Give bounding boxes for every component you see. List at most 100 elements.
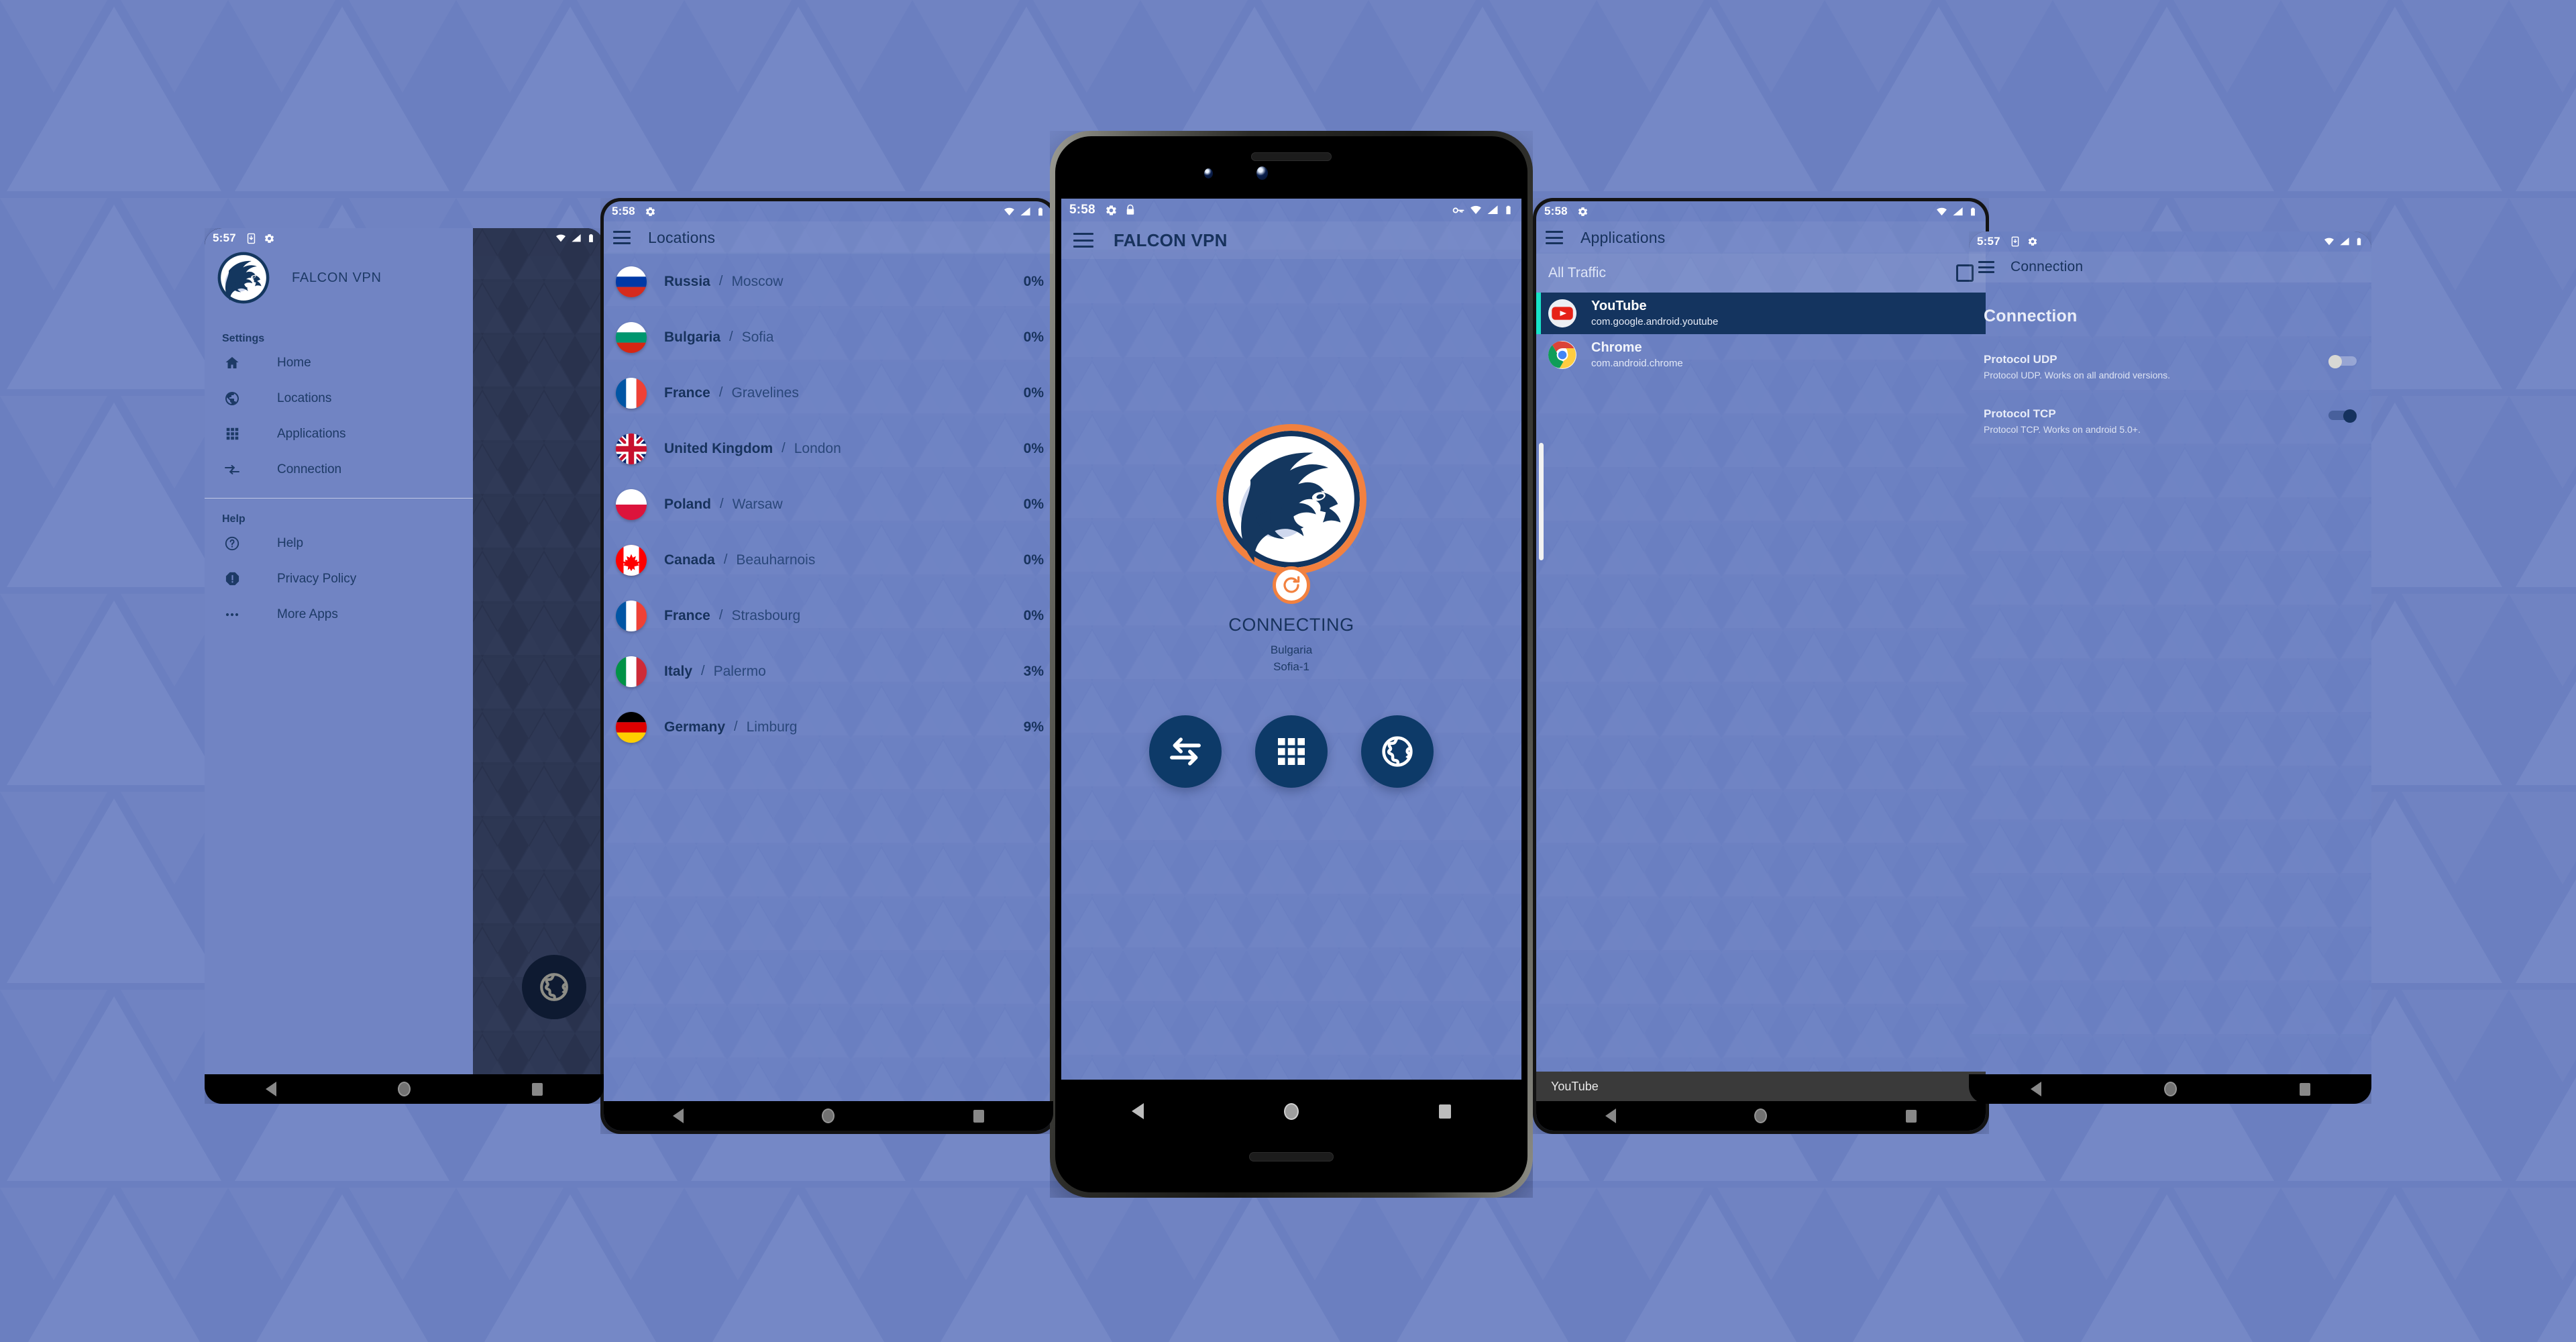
recents-button[interactable] [2299, 1082, 2310, 1096]
wifi-icon [555, 233, 566, 244]
recents-button[interactable] [1905, 1109, 1917, 1123]
protocol-row[interactable]: Protocol TCP Protocol TCP. Works on andro… [1969, 380, 2371, 435]
page-title: FALCON VPN [1114, 229, 1228, 250]
flag-icon [616, 601, 647, 631]
applications-button[interactable] [1255, 715, 1328, 788]
locations-list[interactable]: Russia / Moscow 0% Bulgaria / Sofia 0% France / Gr… [604, 254, 1053, 1101]
location-row[interactable]: Bulgaria / Sofia 0% [604, 309, 1053, 365]
phone-applications-screen: 5:58 Applications All Traffic YouTube com… [1533, 198, 1989, 1134]
location-row[interactable]: Italy / Palermo 3% [604, 643, 1053, 699]
location-city: Moscow [731, 273, 784, 289]
status-bar: 5:58 [604, 201, 1053, 221]
locations-button[interactable] [522, 955, 586, 1019]
location-city: Palermo [713, 663, 766, 679]
sidebar-item-applications[interactable]: Applications [205, 416, 473, 452]
toggle-knob [2343, 409, 2357, 423]
lock-icon [1124, 204, 1136, 216]
location-row[interactable]: United Kingdom / London 0% [604, 421, 1053, 476]
flag-icon [616, 545, 647, 576]
back-button[interactable] [265, 1082, 276, 1096]
back-button[interactable] [2030, 1082, 2041, 1096]
connecting-spinner[interactable] [1273, 566, 1310, 604]
sidebar-item-connection[interactable]: Connection [205, 452, 473, 487]
signal-icon [1020, 206, 1031, 217]
phone-screen: 5:58 Locations Russia / Moscow 0% Bulgaria / S… [604, 201, 1053, 1131]
protocol-toggle[interactable] [2328, 355, 2357, 368]
location-country: Canada [664, 552, 715, 568]
location-city: Gravelines [731, 384, 799, 401]
applications-list[interactable]: YouTube com.google.android.youtube Chrome c… [1536, 293, 1986, 376]
all-traffic-row[interactable]: All Traffic [1536, 254, 1986, 293]
sidebar-item-privacy-policy[interactable]: Privacy Policy [205, 561, 473, 597]
location-city: Strasbourg [731, 607, 801, 623]
app-name: YouTube [1591, 298, 1647, 313]
sidebar-item-locations[interactable]: Locations [205, 380, 473, 416]
back-button[interactable] [1605, 1108, 1617, 1123]
hamburger-icon[interactable] [1546, 231, 1563, 244]
status-bar: 5:57 [205, 228, 604, 248]
front-sensor [1204, 168, 1213, 178]
location-row[interactable]: Germany / Limburg 9% [604, 699, 1053, 755]
flag-icon [616, 322, 647, 353]
home-button[interactable] [1754, 1108, 1768, 1123]
connection-button[interactable] [1149, 715, 1222, 788]
location-row[interactable]: France / Gravelines 0% [604, 365, 1053, 421]
ellipsis-icon [222, 605, 242, 625]
location-row[interactable]: Poland / Warsaw 0% [604, 476, 1053, 532]
location-row[interactable]: Canada / Beauharnois 0% [604, 532, 1053, 588]
flag-icon [616, 712, 647, 743]
app-row[interactable]: Chrome com.android.chrome [1536, 334, 1986, 376]
home-button[interactable] [397, 1082, 411, 1096]
flag-icon [616, 656, 647, 687]
status-bar: 5:57 [1969, 231, 2371, 252]
location-load: 9% [1023, 719, 1044, 735]
falcon-logo-mark [1223, 431, 1360, 568]
signal-icon [1952, 206, 1964, 217]
back-button[interactable] [673, 1108, 684, 1123]
gear-icon [1105, 204, 1118, 217]
protocol-row[interactable]: Protocol UDP Protocol UDP. Works on all a… [1969, 326, 2371, 380]
battery-icon [1503, 204, 1513, 216]
hamburger-icon[interactable] [613, 231, 631, 244]
app-row[interactable]: YouTube com.google.android.youtube [1536, 293, 1986, 334]
protocol-description: Protocol UDP. Works on all android versi… [1984, 370, 2171, 380]
globe-icon [1380, 734, 1415, 769]
sidebar-item-label: Home [277, 355, 311, 370]
location-row[interactable]: Russia / Moscow 0% [604, 254, 1053, 309]
app-bar: Connection [1969, 252, 2371, 282]
back-button[interactable] [1131, 1103, 1144, 1119]
location-row[interactable]: France / Strasbourg 0% [604, 588, 1053, 643]
home-button[interactable] [822, 1108, 835, 1123]
grid-icon [1275, 735, 1307, 768]
recents-button[interactable] [1439, 1104, 1452, 1119]
recents-button[interactable] [973, 1109, 984, 1123]
sidebar-item-home[interactable]: Home [205, 345, 473, 380]
location-separator: / [718, 385, 723, 400]
hamburger-icon[interactable] [1978, 261, 1994, 273]
status-time: 5:58 [1069, 203, 1095, 217]
protocol-toggle[interactable] [2328, 409, 2357, 423]
front-camera [1256, 166, 1268, 180]
sidebar-item-help[interactable]: Help [205, 525, 473, 561]
battery-icon [1968, 206, 1978, 217]
phone-screen: 5:57 FALCON VPN Settings Home Locations … [205, 228, 604, 1104]
server-country: Bulgaria [1270, 643, 1313, 656]
hamburger-icon[interactable] [1073, 233, 1093, 248]
location-country: Poland [664, 496, 712, 512]
battery-icon [2355, 236, 2363, 247]
location-country: United Kingdom [664, 440, 773, 456]
battery-icon [1036, 206, 1045, 217]
drawer-section-label-help: Help [222, 513, 246, 525]
location-country: France [664, 384, 710, 401]
phone-main-screen: 5:58 FALCON VPN CONNECTING Bulgaria Sofi… [1050, 131, 1533, 1198]
sidebar-item-more-apps[interactable]: More Apps [205, 597, 473, 632]
home-button[interactable] [2163, 1082, 2177, 1096]
vpn-key-icon [1452, 204, 1465, 217]
wifi-icon [1470, 204, 1482, 216]
page-title: Locations [648, 228, 716, 246]
status-time: 5:58 [1544, 205, 1568, 217]
home-button[interactable] [1283, 1102, 1299, 1120]
vertical-scrollbar[interactable] [1539, 443, 1544, 560]
locations-button[interactable] [1361, 715, 1434, 788]
recents-button[interactable] [532, 1082, 543, 1096]
